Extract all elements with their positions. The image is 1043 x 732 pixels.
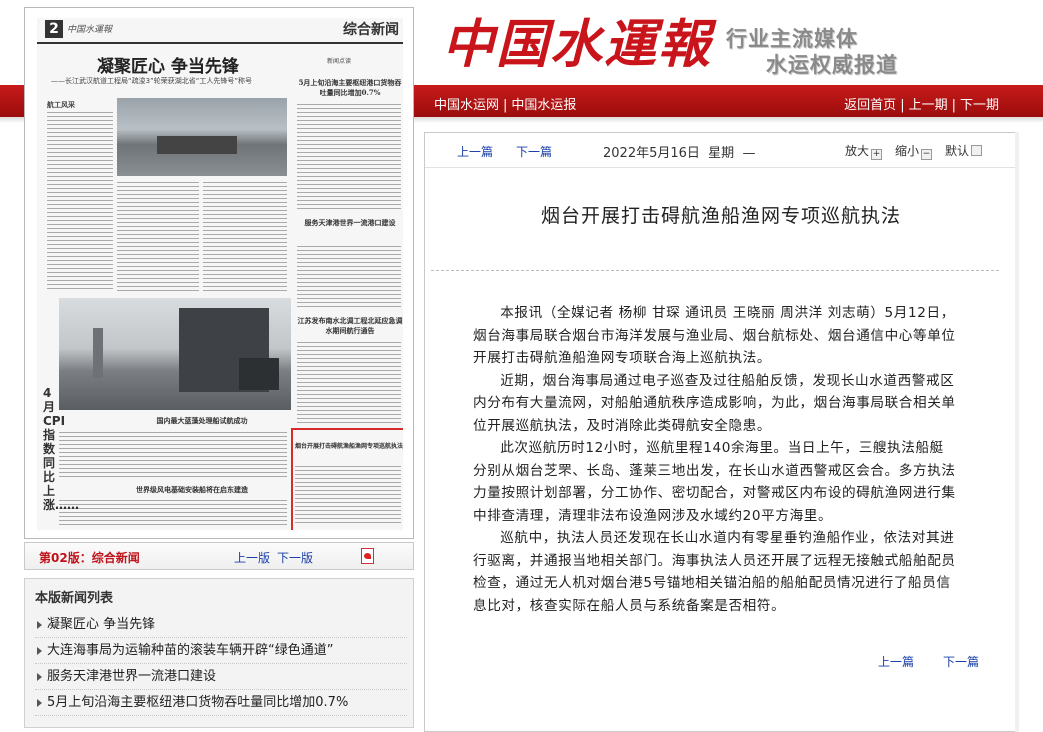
article-body: 本报讯（全媒记者 杨柳 甘琛 通讯员 王晓丽 周洪洋 刘志萌）5月12日，烟台海…: [473, 302, 957, 617]
newspaper-page-frame: 2 中国水運報 综合新闻 凝聚匠心 争当先锋 ——长江武汉航道工程局“疏浚3”轮…: [24, 7, 414, 539]
next-page-link[interactable]: 下一版: [277, 549, 313, 566]
nav-link-water-transport-paper[interactable]: 中国水运报: [511, 98, 576, 113]
photo-boat-shape: [157, 136, 237, 154]
news-list-item[interactable]: 凝聚匠心 争当先锋: [35, 612, 407, 638]
page-number: 2: [45, 20, 63, 38]
article-paragraph: 巡航中，执法人员还发现在长山水道内有零星垂钓渔船作业，依法对其进行驱离，并通报当…: [473, 530, 956, 614]
nav-link-water-transport-net[interactable]: 中国水运网: [434, 98, 499, 113]
nav-separator: |: [900, 98, 905, 113]
page-text-column: [297, 244, 401, 310]
zoom-in-label: 放大: [845, 144, 870, 158]
page-news-list: 本版新闻列表 凝聚匠心 争当先锋 大连海事局为运输种苗的滚装车辆开辟“绿色通道”…: [24, 578, 414, 728]
page-header-rule: [37, 42, 403, 44]
page-main-headline[interactable]: 凝聚匠心 争当先锋: [97, 52, 239, 77]
bottom-next-article-link[interactable]: 下一篇: [943, 653, 979, 670]
site-slogan: 行业主流媒体 水运权威报道: [726, 26, 906, 78]
issue-weekday: 星期: [708, 146, 735, 161]
article-paragraph: 此次巡航历时12小时，巡航里程140余海里。当日上午，三艘执法船艇分别从烟台芝罘…: [473, 440, 956, 524]
weekday-dash: —: [742, 146, 756, 161]
page-photo-port-vehicles: [59, 298, 291, 410]
page-text-column: [297, 102, 401, 210]
prev-page-link[interactable]: 上一版: [234, 549, 270, 566]
bottom-prev-article-link[interactable]: 上一篇: [878, 653, 914, 670]
scrollbar[interactable]: [1015, 132, 1019, 732]
page-photo-dredger: [117, 98, 287, 176]
current-page-label: 第02版：综合新闻: [39, 551, 140, 565]
page-article-title[interactable]: 江苏发布南水北调工程北延应急调水期间航行通告: [297, 316, 403, 336]
nav-right-links: 返回首页 | 上一期 | 下一期: [844, 94, 999, 113]
news-list-item[interactable]: 服务天津港世界一流港口建设: [35, 664, 407, 690]
zoom-default-icon[interactable]: [971, 145, 983, 156]
nav-link-next-issue[interactable]: 下一期: [960, 98, 999, 113]
page-news-tag: 新闻点读: [327, 58, 352, 65]
article-title-divider: [431, 270, 999, 271]
zoom-out-label: 缩小: [895, 144, 920, 158]
page-article-title[interactable]: 世界级风电基础安装船将在启东建造: [107, 485, 277, 495]
article-title: 烟台开展打击碍航渔船渔网专项巡航执法: [540, 205, 901, 227]
page-text-column: [203, 180, 287, 292]
page-navigation-bar: 第02版：综合新闻 上一版 下一版: [24, 542, 414, 570]
photo-truck-shape: [239, 358, 279, 390]
page-text-column: [59, 430, 287, 480]
page-text-column: [117, 180, 199, 292]
article-toolbar: 上一篇 下一篇 2022年5月16日 星期 — 放大 + 缩小 − 默认: [425, 133, 1017, 168]
page-text-column: [297, 340, 401, 424]
issue-date: 2022年5月16日: [603, 146, 700, 161]
slogan-line-2: 水运权威报道: [766, 53, 898, 77]
zoom-in-icon[interactable]: +: [871, 149, 883, 160]
page-section-title: 综合新闻: [343, 22, 399, 38]
zoom-default-label: 默认: [945, 144, 970, 158]
photo-tower-shape: [93, 328, 103, 378]
article-paragraph: 本报讯（全媒记者 杨柳 甘琛 通讯员 王晓丽 周洪洋 刘志萌）5月12日，烟台海…: [473, 305, 956, 366]
page-article-title[interactable]: 服务天津港世界一流港口建设: [297, 218, 403, 228]
page-column-label: 航工风采: [47, 101, 75, 109]
page-subheadline: ——长江武汉航道工程局“疏浚3”轮荣获湖北省“工人先锋号”称号: [51, 77, 252, 85]
article-date: 2022年5月16日 星期 —: [603, 142, 755, 161]
news-list-item[interactable]: 大连海事局为运输种苗的滚装车辆开辟“绿色通道”: [35, 638, 407, 664]
page-article-title[interactable]: 国内最大蓝藻处理船试航成功: [117, 416, 287, 426]
page-vertical-headline[interactable]: 4月CPI指数同比上涨……: [43, 386, 79, 512]
prev-article-link[interactable]: 上一篇: [457, 143, 493, 160]
news-list-item[interactable]: 5月上旬沿海主要枢纽港口货物吞吐量同比增加0.7%: [35, 690, 407, 716]
page-text-column: [59, 498, 287, 528]
page-brand: 中国水運報: [67, 25, 113, 35]
next-article-link[interactable]: 下一篇: [516, 143, 552, 160]
news-list-title: 本版新闻列表: [35, 591, 114, 606]
nav-link-home[interactable]: 返回首页: [844, 98, 896, 113]
site-logo[interactable]: 中国水運報: [442, 14, 712, 76]
page-text-column: [47, 110, 113, 290]
nav-separator: |: [951, 98, 956, 113]
zoom-out-control[interactable]: 缩小 −: [895, 142, 933, 160]
news-list-items: 凝聚匠心 争当先锋 大连海事局为运输种苗的滚装车辆开辟“绿色通道” 服务天津港世…: [35, 612, 407, 716]
nav-link-prev-issue[interactable]: 上一期: [909, 98, 948, 113]
article-panel: 上一篇 下一篇 2022年5月16日 星期 — 放大 + 缩小 − 默认 烟台开展打…: [424, 132, 1018, 732]
zoom-in-control[interactable]: 放大 +: [845, 142, 883, 160]
page-article-title[interactable]: 5月上旬沿海主要枢纽港口货物吞吐量同比增加0.7%: [297, 78, 403, 98]
article-paragraph: 近期，烟台海事局通过电子巡查及过往船舶反馈，发现长山水道西警戒区内分布有大量流网…: [473, 372, 956, 434]
slogan-line-1: 行业主流媒体: [726, 27, 858, 51]
zoom-default-control[interactable]: 默认: [945, 142, 983, 159]
newspaper-page-image[interactable]: 2 中国水運報 综合新闻 凝聚匠心 争当先锋 ——长江武汉航道工程局“疏浚3”轮…: [37, 18, 403, 530]
pdf-icon[interactable]: [361, 548, 374, 564]
nav-separator: |: [503, 98, 508, 113]
nav-left-links: 中国水运网 | 中国水运报: [434, 94, 576, 113]
zoom-out-icon[interactable]: −: [921, 149, 933, 160]
selected-article-highlight[interactable]: [291, 428, 403, 530]
